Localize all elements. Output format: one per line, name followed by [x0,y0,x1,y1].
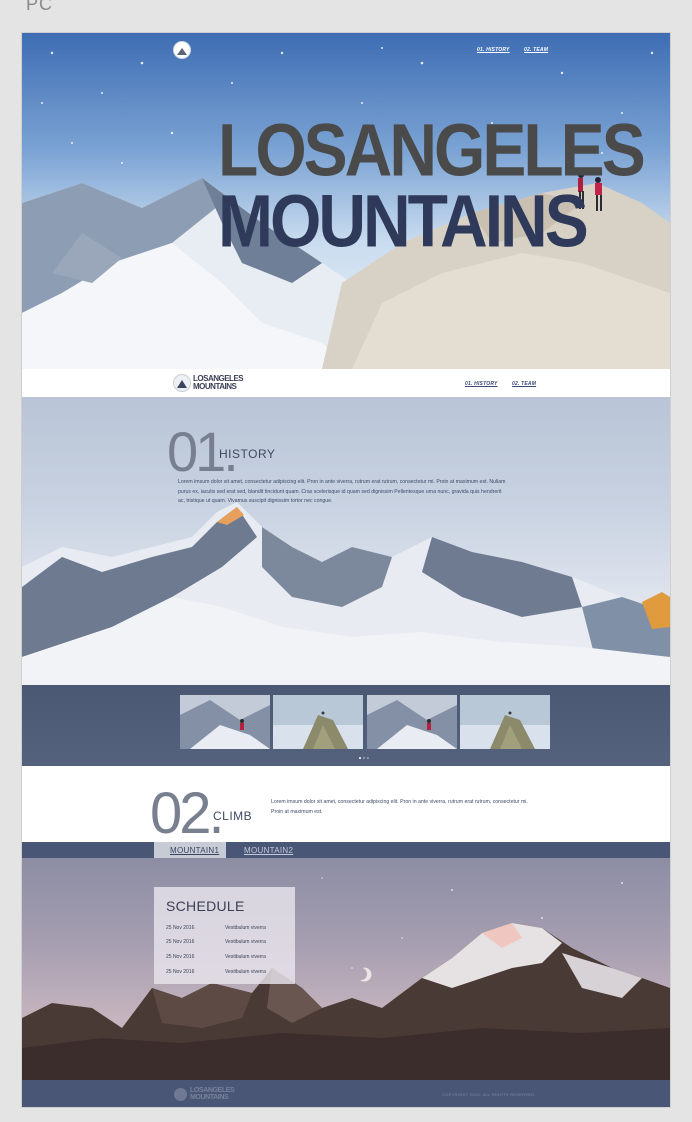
history-section: 01. HISTORY Lorem imsum dolor sit amet, … [22,397,670,685]
schedule-section: SCHEDULE 25 Nov 2016 Vestibulum viverra … [22,858,670,1080]
logo-mountain-icon[interactable] [174,42,190,58]
history-title: HISTORY [219,447,276,461]
hero-title: LOSANGELES MOUNTAINS [218,113,646,257]
schedule-title: SCHEDULE [166,898,245,914]
schedule-card: SCHEDULE 25 Nov 2016 Vestibulum viverra … [154,887,295,984]
navbar-history-link[interactable]: 01. HISTORY [465,381,498,387]
schedule-date: 25 Nov 2016 [166,939,195,945]
slider-dots[interactable] [359,757,369,759]
hero-section: 01. HISTORY 02. TEAM LOSANGELES MOUNTAIN… [22,33,670,369]
slider-dot[interactable] [363,757,365,759]
climb-section: 02. CLIMB Lorem imsum dolor sit amet, co… [22,766,670,846]
schedule-date: 25 Nov 2016 [166,925,195,931]
tab-mountain2[interactable]: MOUNTAIN2 [228,842,293,858]
image-slider [22,685,670,766]
climb-title: CLIMB [213,809,253,823]
slider-dot[interactable] [367,757,369,759]
site-mockup: 01. HISTORY 02. TEAM LOSANGELES MOUNTAIN… [22,33,670,1107]
copyright-text: COPYRIGHT 2016. ALL RIGHTS RESERVED. [442,1092,536,1097]
schedule-date: 25 Nov 2016 [166,969,195,975]
history-body: Lorem imsum dolor sit amet, consectetur … [178,479,506,504]
sticky-navbar: LOSANGELES MOUNTAINS 01. HISTORY 02. TEA… [22,369,670,398]
mountain-tabs: MOUNTAIN1 MOUNTAIN2 [22,842,670,858]
navbar-team-link[interactable]: 02. TEAM [512,381,536,387]
logo-mountain-icon [174,375,190,391]
climb-body: Lorem imsum dolor sit amet, consectetur … [271,799,528,815]
nav-team-link[interactable]: 02. TEAM [524,47,548,53]
tab-mountain1[interactable]: MOUNTAIN1 [154,842,226,858]
history-mountain-image [22,502,670,685]
slider-thumbnail[interactable] [273,695,363,749]
hero-title-line2: MOUNTAINS [218,179,589,263]
schedule-mountain-image [22,877,670,1080]
hero-title-line1: LOSANGELES [218,108,646,192]
schedule-date: 25 Nov 2016 [166,954,195,960]
navbar-logo[interactable]: LOSANGELES MOUNTAINS [174,375,244,391]
schedule-event: Vestibulum viverra [225,939,266,945]
schedule-event: Vestibulum viverra [225,925,266,931]
footer-logo-line1: LOSANGELES [190,1087,235,1094]
footer-logo[interactable]: LOSANGELES MOUNTAINS [174,1087,235,1101]
climb-number: 02. [150,781,225,846]
logo-text: LOSANGELES MOUNTAINS [193,375,244,391]
nav-history-link[interactable]: 01. HISTORY [477,47,510,53]
slider-thumbnail[interactable] [367,695,457,749]
slider-thumbnail[interactable] [460,695,550,749]
footer: LOSANGELES MOUNTAINS COPYRIGHT 2016. ALL… [22,1080,670,1107]
footer-logo-text: LOSANGELES MOUNTAINS [190,1087,235,1101]
footer-logo-line2: MOUNTAINS [190,1094,229,1101]
logo-mountain-icon [174,1087,187,1101]
logo-text-line2: MOUNTAINS [193,382,237,391]
slider-thumbnail[interactable] [180,695,270,749]
schedule-event: Vestibulum viverra [225,954,266,960]
slider-dot[interactable] [359,757,361,759]
schedule-event: Vestibulum viverra [225,969,266,975]
page-label: PC [26,0,54,14]
